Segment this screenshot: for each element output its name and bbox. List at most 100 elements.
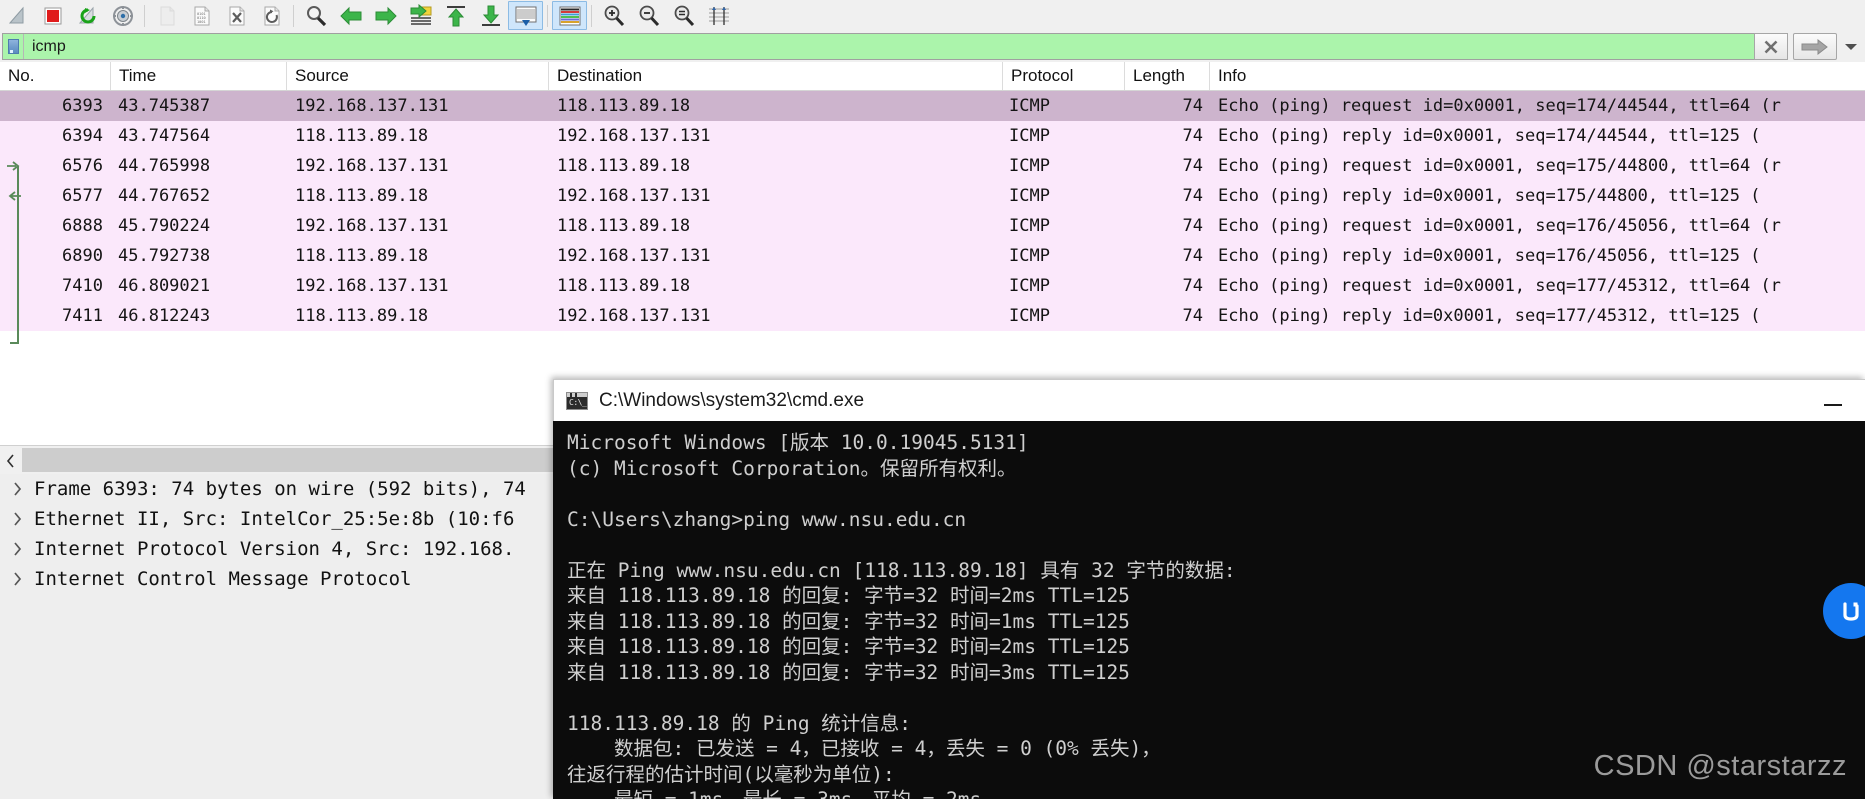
restart-capture-icon[interactable]: [70, 1, 105, 30]
go-to-packet-icon[interactable]: [403, 1, 438, 30]
packet-row[interactable]: 6393 43.745387 192.168.137.131 118.113.89.1…: [0, 91, 1865, 121]
capture-options-icon[interactable]: [105, 1, 140, 30]
console-line: 来自 118.113.89.18 的回复: 字节=32 时间=2ms TTL=1…: [567, 635, 1130, 658]
column-header-destination[interactable]: Destination: [549, 62, 1003, 90]
detail-label: Frame 6393: 74 bytes on wire (592 bits),…: [34, 478, 526, 500]
console-line: 来自 118.113.89.18 的回复: 字节=32 时间=1ms TTL=1…: [567, 609, 1130, 633]
column-header-source[interactable]: Source: [287, 62, 549, 90]
packet-protocol: ICMP: [1009, 156, 1050, 176]
expand-chevron-icon[interactable]: [0, 512, 34, 526]
start-capture-icon[interactable]: [0, 1, 35, 30]
packet-time: 43.745387: [118, 96, 211, 116]
close-file-icon[interactable]: [219, 1, 254, 30]
packet-destination: 192.168.137.131: [557, 306, 711, 326]
expand-chevron-icon[interactable]: [0, 542, 34, 556]
expand-chevron-icon[interactable]: [0, 572, 34, 586]
column-header-protocol[interactable]: Protocol: [1003, 62, 1125, 90]
packet-source: 192.168.137.131: [295, 96, 449, 116]
display-filter-bar: [0, 31, 1865, 63]
packet-row[interactable]: 6890 45.792738 118.113.89.18 192.168.137.13…: [0, 241, 1865, 271]
packet-protocol: ICMP: [1009, 96, 1050, 116]
packet-info: Echo (ping) request id=0x0001, seq=176/4…: [1218, 216, 1781, 236]
packet-time: 46.809021: [118, 276, 211, 296]
packet-length: 74: [1182, 246, 1203, 266]
packet-no: 7410: [62, 276, 103, 296]
zoom-reset-icon[interactable]: [666, 1, 701, 30]
find-packet-icon[interactable]: [298, 1, 333, 30]
cmd-window[interactable]: C:\_ C:\Windows\system32\cmd.exe Microso…: [553, 379, 1865, 799]
toolbar-separator: [591, 4, 592, 27]
detail-label: Ethernet II, Src: IntelCor_25:5e:8b (10:…: [34, 508, 515, 530]
packet-no: 6393: [62, 96, 103, 116]
minimize-button[interactable]: [1801, 380, 1865, 422]
bookmark-icon[interactable]: [3, 34, 24, 59]
packet-length: 74: [1182, 276, 1203, 296]
console-line: (c) Microsoft Corporation。保留所有权利。: [567, 456, 1017, 480]
packet-protocol: ICMP: [1009, 306, 1050, 326]
packet-length: 74: [1182, 216, 1203, 236]
packet-destination: 192.168.137.131: [557, 246, 711, 266]
packet-length: 74: [1182, 156, 1203, 176]
reload-file-icon[interactable]: [254, 1, 289, 30]
filter-input-wrapper[interactable]: [2, 33, 1754, 60]
go-to-first-packet-icon[interactable]: [438, 1, 473, 30]
packet-no: 7411: [62, 306, 103, 326]
colorize-packets-icon[interactable]: [552, 1, 587, 30]
console-line: C:\Users\zhang>ping www.nsu.edu.cn: [567, 507, 967, 531]
packet-info: Echo (ping) reply id=0x0001, seq=175/448…: [1218, 186, 1761, 206]
packet-row[interactable]: 6888 45.790224 192.168.137.131 118.113.89.1…: [0, 211, 1865, 241]
packet-destination: 118.113.89.18: [557, 96, 691, 116]
column-header-length[interactable]: Length: [1125, 62, 1210, 90]
filter-dropdown-button[interactable]: [1837, 33, 1865, 60]
resize-columns-icon[interactable]: [701, 1, 736, 30]
packet-row[interactable]: 6394 43.747564 118.113.89.18 192.168.137.13…: [0, 121, 1865, 151]
packet-no: 6394: [62, 126, 103, 146]
go-to-last-packet-icon[interactable]: [473, 1, 508, 30]
apply-filter-button[interactable]: [1793, 33, 1837, 60]
packet-info: Echo (ping) reply id=0x0001, seq=174/445…: [1218, 126, 1761, 146]
console-line: Microsoft Windows [版本 10.0.19045.5131]: [567, 431, 1029, 454]
column-header-info[interactable]: Info: [1210, 62, 1865, 90]
cmd-console-output[interactable]: Microsoft Windows [版本 10.0.19045.5131] (c…: [553, 421, 1865, 799]
packet-protocol: ICMP: [1009, 246, 1050, 266]
chevron-left-icon[interactable]: [0, 447, 22, 474]
packet-source: 118.113.89.18: [295, 126, 429, 146]
save-file-icon[interactable]: 0101 0110 1001: [184, 1, 219, 30]
packet-length: 74: [1182, 186, 1203, 206]
packet-time: 44.767652: [118, 186, 211, 206]
packet-row[interactable]: 6576 44.765998 192.168.137.131 118.113.89.1…: [0, 151, 1865, 181]
packet-protocol: ICMP: [1009, 186, 1050, 206]
packet-row[interactable]: 7411 46.812243 118.113.89.18 192.168.137.13…: [0, 301, 1865, 331]
zoom-in-icon[interactable]: [596, 1, 631, 30]
console-line: 最短 = 1ms，最长 = 3ms，平均 = 2ms: [567, 787, 1865, 799]
packet-no: 6576: [62, 156, 103, 176]
packet-source: 118.113.89.18: [295, 246, 429, 266]
cmd-title-text: C:\Windows\system32\cmd.exe: [599, 389, 865, 411]
zoom-out-icon[interactable]: [631, 1, 666, 30]
packet-row[interactable]: 7410 46.809021 192.168.137.131 118.113.89.1…: [0, 271, 1865, 301]
auto-scroll-icon[interactable]: [508, 1, 543, 30]
column-header-time[interactable]: Time: [111, 62, 287, 90]
open-file-icon[interactable]: [149, 1, 184, 30]
packet-length: 74: [1182, 306, 1203, 326]
packet-source: 118.113.89.18: [295, 306, 429, 326]
go-back-icon[interactable]: [333, 1, 368, 30]
go-forward-icon[interactable]: [368, 1, 403, 30]
packet-source: 192.168.137.131: [295, 276, 449, 296]
packet-time: 43.747564: [118, 126, 211, 146]
packet-source: 192.168.137.131: [295, 216, 449, 236]
display-filter-input[interactable]: [24, 35, 1754, 58]
column-header-no[interactable]: No.: [0, 62, 111, 90]
detail-label: Internet Control Message Protocol: [34, 568, 412, 590]
packet-length: 74: [1182, 96, 1203, 116]
stop-capture-icon[interactable]: [35, 1, 70, 30]
packet-list[interactable]: No. Time Source Destination Protocol Len…: [0, 62, 1865, 349]
cmd-title-bar[interactable]: C:\_ C:\Windows\system32\cmd.exe: [553, 379, 1865, 421]
packet-destination: 118.113.89.18: [557, 276, 691, 296]
expand-chevron-icon[interactable]: [0, 482, 34, 496]
packet-row[interactable]: 6577 44.767652 118.113.89.18 192.168.137.13…: [0, 181, 1865, 211]
clear-filter-button[interactable]: [1754, 33, 1788, 60]
console-line: 来自 118.113.89.18 的回复: 字节=32 时间=2ms TTL=1…: [567, 584, 1130, 607]
